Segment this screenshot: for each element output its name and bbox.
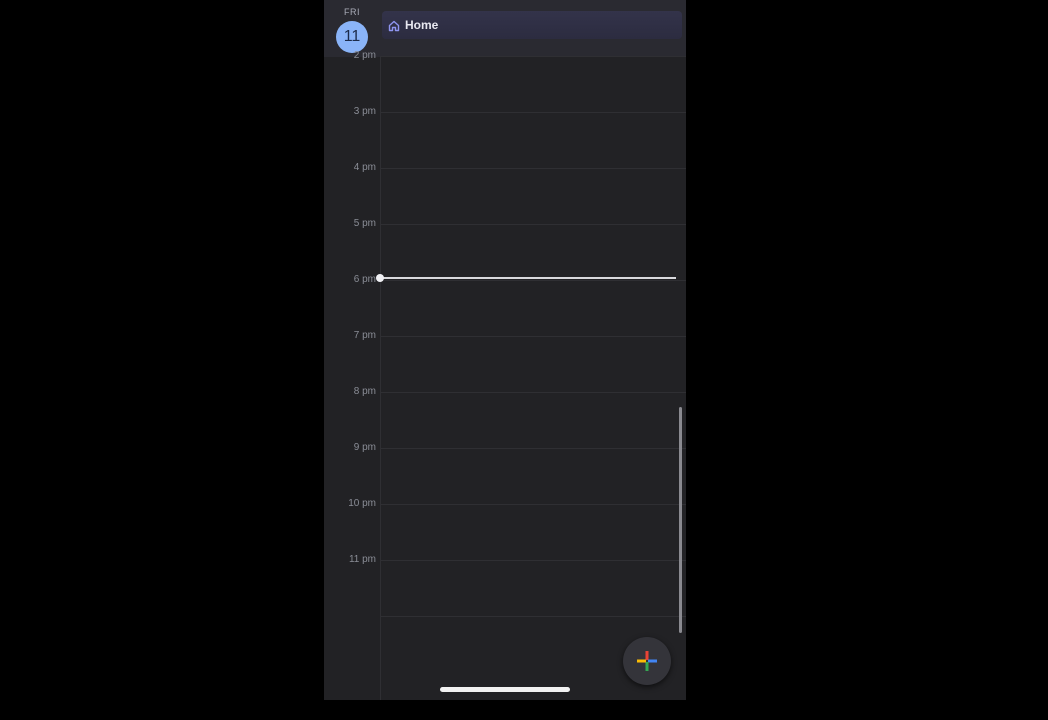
create-event-button[interactable] (623, 637, 671, 685)
day-number[interactable]: 11 (336, 21, 368, 53)
hour-line (380, 560, 686, 561)
hour-line (380, 280, 686, 281)
hour-label: 3 pm (353, 106, 376, 117)
scrollbar[interactable] (679, 407, 682, 633)
hour-label: 10 pm (348, 498, 376, 509)
hour-line (380, 616, 686, 617)
hour-label: 8 pm (353, 386, 376, 397)
hour-label: 5 pm (353, 218, 376, 229)
hour-row: 7 pm (324, 330, 686, 392)
day-name: FRI (344, 7, 360, 17)
current-time-line (380, 277, 676, 279)
home-icon (388, 19, 400, 32)
hour-label: 6 pm (353, 274, 376, 285)
hour-label: 4 pm (353, 162, 376, 173)
hour-label: 2 pm (353, 50, 376, 61)
hour-row: 11 pm (324, 554, 686, 616)
date-column[interactable]: FRI 11 (332, 6, 372, 53)
hour-label: 7 pm (353, 330, 376, 341)
day-header: FRI 11 Home (324, 0, 686, 57)
hour-row: 8 pm (324, 386, 686, 448)
hour-row: 10 pm (324, 498, 686, 560)
hour-label: 11 pm (348, 554, 376, 565)
hour-line (380, 112, 686, 113)
hour-row: 4 pm (324, 162, 686, 224)
event-label: Home (405, 18, 439, 32)
current-time-dot (376, 274, 384, 282)
hour-row: 5 pm (324, 218, 686, 280)
all-day-event-home[interactable]: Home (382, 11, 682, 39)
hour-line (380, 392, 686, 393)
hour-line (380, 448, 686, 449)
home-indicator[interactable] (440, 687, 570, 692)
hour-line (380, 504, 686, 505)
calendar-day-view: FRI 11 Home 2 pm 3 pm 4 pm 5 pm 6 pm 7 p… (324, 0, 686, 700)
hour-row: 9 pm (324, 442, 686, 504)
hour-row: 3 pm (324, 106, 686, 168)
time-grid[interactable]: 2 pm 3 pm 4 pm 5 pm 6 pm 7 pm 8 pm 9 pm (324, 50, 686, 700)
hour-line (380, 168, 686, 169)
hour-row: 6 pm (324, 274, 686, 336)
hour-line (380, 56, 686, 57)
hour-row: 2 pm (324, 50, 686, 112)
hour-line (380, 336, 686, 337)
plus-icon (637, 651, 657, 671)
hour-line (380, 224, 686, 225)
hour-label: 9 pm (353, 442, 376, 453)
